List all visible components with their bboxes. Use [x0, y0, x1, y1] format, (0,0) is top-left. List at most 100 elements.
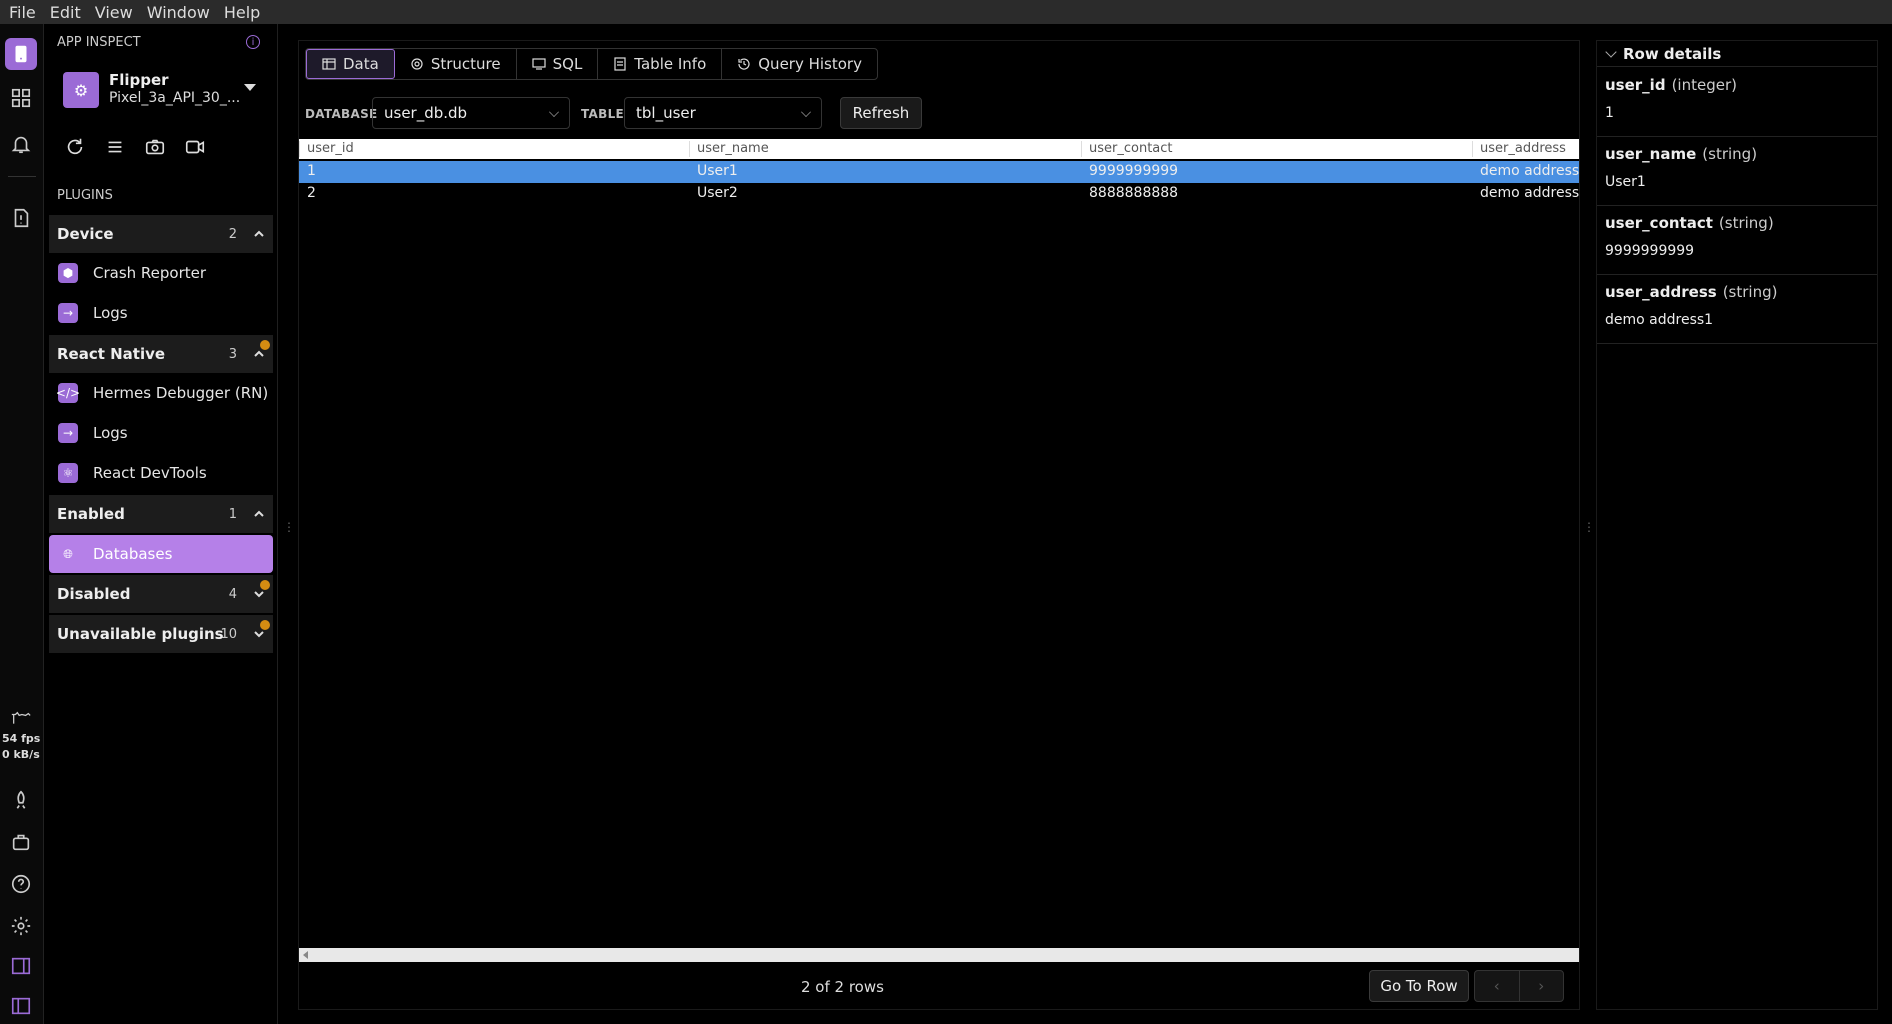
field-name: user_contact	[1605, 214, 1713, 232]
row-count: 2 of 2 rows	[801, 978, 884, 996]
menu-window[interactable]: Window	[140, 3, 217, 22]
menu-file[interactable]: File	[2, 3, 43, 22]
document-icon	[614, 57, 626, 71]
crash-reporter-icon: ⬢	[58, 263, 78, 283]
field-type: (string)	[1702, 145, 1758, 163]
field-value: demo address1	[1605, 312, 1714, 328]
table-label: TABLE	[581, 107, 625, 121]
sidebar-item-databases[interactable]: 🌐︎ Databases	[49, 535, 273, 573]
refresh-button[interactable]: Refresh	[840, 97, 922, 129]
settings-icon[interactable]	[5, 910, 37, 942]
logs-icon: →	[58, 423, 78, 443]
sidebar-item-device-logs[interactable]: → Logs	[49, 294, 273, 332]
menu-view[interactable]: View	[88, 3, 140, 22]
sidebar-item-label: Databases	[93, 545, 173, 563]
notification-dot	[260, 340, 270, 350]
app-inspect-title: APP INSPECT	[57, 35, 141, 50]
go-to-row-button[interactable]: Go To Row	[1369, 970, 1469, 1002]
sidebar-item-rn-logs[interactable]: → Logs	[49, 414, 273, 452]
sidebar-item-react-devtools[interactable]: ⚛ React DevTools	[49, 454, 273, 492]
history-icon	[738, 58, 750, 70]
group-count: 4	[228, 586, 237, 602]
column-header-user-id[interactable]: user_id	[299, 141, 354, 157]
code-icon: </>	[56, 383, 80, 403]
group-count: 10	[220, 626, 237, 642]
detail-field-user-contact: user_contact (string) 9999999999	[1597, 206, 1877, 275]
group-enabled[interactable]: Enabled 1	[49, 495, 273, 533]
horizontal-scrollbar[interactable]	[299, 948, 1579, 962]
bell-icon[interactable]	[5, 128, 37, 160]
field-type: (string)	[1718, 214, 1774, 232]
prev-page-icon[interactable]: ‹	[1475, 971, 1520, 1001]
reload-icon[interactable]	[64, 136, 86, 158]
menu-edit[interactable]: Edit	[43, 3, 88, 22]
sidebar-item-label: Logs	[93, 304, 128, 322]
chevron-down-icon	[549, 107, 559, 117]
console-icon	[532, 58, 546, 70]
tab-bar: Data Structure SQL Table Info Query Hist…	[305, 48, 878, 80]
group-device[interactable]: Device 2	[49, 215, 273, 253]
group-label: React Native	[57, 345, 166, 363]
plugin-box-icon[interactable]	[5, 826, 37, 858]
tab-table-info[interactable]: Table Info	[598, 49, 723, 79]
chevron-up-icon	[254, 510, 264, 517]
detail-resize-handle[interactable]: ⋮	[1583, 520, 1595, 534]
pagination: ‹ ›	[1474, 970, 1564, 1002]
group-count: 1	[228, 506, 237, 522]
app-inspect-icon[interactable]	[5, 38, 37, 70]
field-type: (integer)	[1671, 76, 1737, 94]
sidebar-item-label: React DevTools	[93, 464, 207, 482]
database-select[interactable]: user_db.db	[372, 97, 570, 129]
row-details-header[interactable]: Row details	[1597, 41, 1877, 67]
field-value: 9999999999	[1605, 243, 1695, 259]
sidebar-resize-handle[interactable]: ⋮	[283, 520, 295, 534]
field-value: User1	[1605, 174, 1646, 190]
column-header-user-contact[interactable]: user_contact	[1081, 141, 1173, 157]
table-row[interactable]: 2 User2 8888888888 demo address2	[299, 183, 1579, 205]
camera-icon[interactable]	[144, 136, 166, 158]
group-unavailable[interactable]: Unavailable plugins 10	[49, 615, 273, 653]
right-panel-toggle-icon[interactable]	[5, 950, 37, 982]
sidebar-item-label: Crash Reporter	[93, 264, 207, 282]
app-name[interactable]: Flipper	[109, 71, 169, 89]
tab-sql[interactable]: SQL	[517, 49, 599, 79]
column-header-user-name[interactable]: user_name	[689, 141, 769, 157]
chevron-up-icon	[254, 230, 264, 237]
field-name: user_address	[1605, 283, 1717, 301]
sidebar-item-hermes-debugger[interactable]: </> Hermes Debugger (RN)	[49, 374, 273, 412]
react-icon: ⚛	[58, 463, 78, 483]
help-icon[interactable]	[5, 868, 37, 900]
menu-icon[interactable]	[104, 136, 126, 158]
tab-query-history[interactable]: Query History	[722, 49, 877, 79]
field-name: user_id	[1605, 76, 1666, 94]
group-react-native[interactable]: React Native 3	[49, 335, 273, 373]
group-label: Unavailable plugins	[57, 625, 224, 643]
menu-help[interactable]: Help	[217, 3, 267, 22]
table-icon	[322, 58, 336, 70]
plugin-sidebar: APP INSPECT i ⚙ Flipper Pixel_3a_API_30_…	[44, 24, 278, 1024]
grid-icon[interactable]	[5, 82, 37, 114]
device-name[interactable]: Pixel_3a_API_30_...	[109, 90, 240, 106]
plugins-label: PLUGINS	[57, 188, 113, 203]
rocket-icon[interactable]	[5, 784, 37, 816]
gear-icon	[411, 58, 423, 70]
fps-readout: 54 fps	[2, 732, 41, 745]
app-selector-caret-icon[interactable]	[244, 84, 256, 91]
notification-dot	[260, 580, 270, 590]
field-value: 1	[1605, 105, 1614, 121]
sidebar-item-crash-reporter[interactable]: ⬢ Crash Reporter	[49, 254, 273, 292]
table-row[interactable]: 1 User1 9999999999 demo address1	[299, 161, 1579, 183]
left-panel-toggle-icon[interactable]	[5, 990, 37, 1022]
video-icon[interactable]	[184, 136, 206, 158]
report-icon[interactable]	[5, 202, 37, 234]
detail-field-user-name: user_name (string) User1	[1597, 137, 1877, 206]
table-select[interactable]: tbl_user	[624, 97, 822, 129]
group-disabled[interactable]: Disabled 4	[49, 575, 273, 613]
tab-data[interactable]: Data	[306, 49, 395, 79]
tab-structure[interactable]: Structure	[395, 49, 517, 79]
next-page-icon[interactable]: ›	[1520, 971, 1564, 1001]
info-icon[interactable]: i	[246, 35, 260, 49]
field-type: (string)	[1722, 283, 1778, 301]
database-panel: Data Structure SQL Table Info Query Hist…	[298, 40, 1580, 1010]
column-header-user-address[interactable]: user_address	[1472, 141, 1566, 157]
